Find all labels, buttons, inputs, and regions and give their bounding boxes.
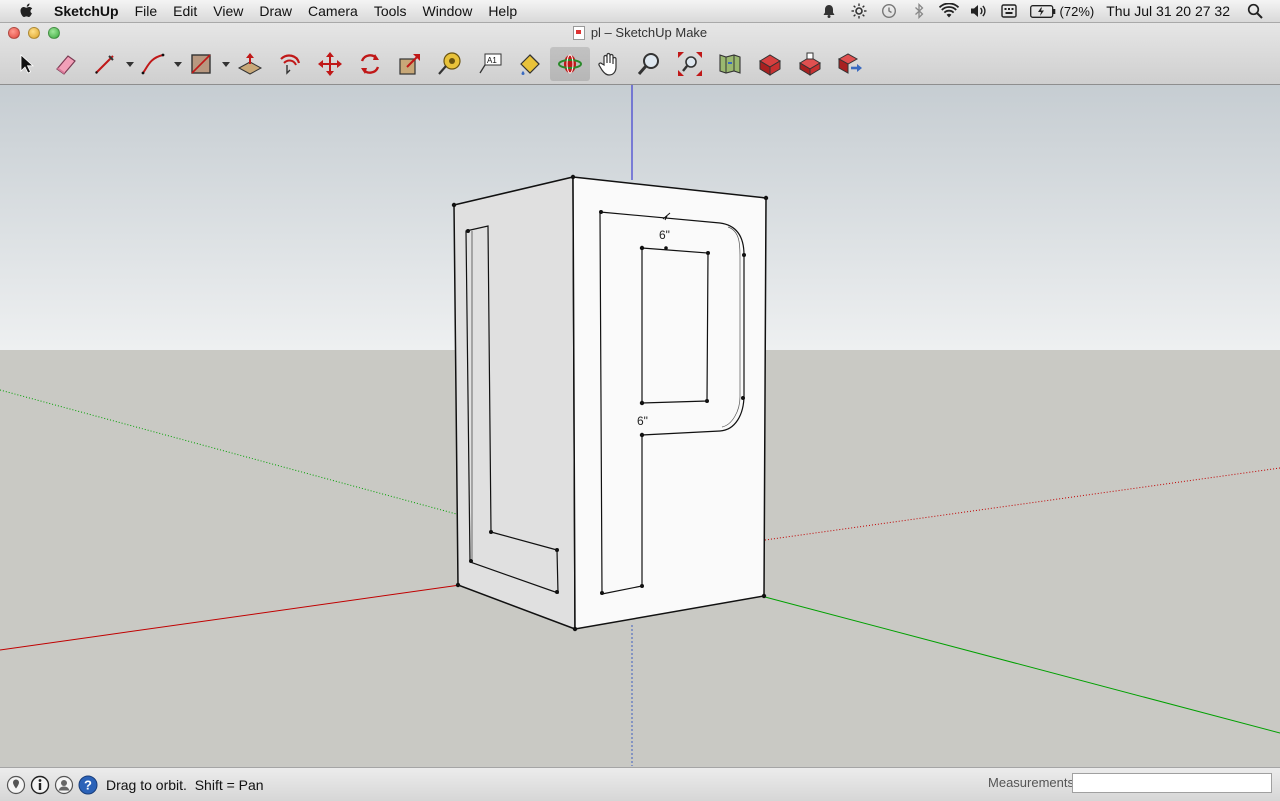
eraser-tool-button[interactable]	[46, 47, 86, 81]
3d-warehouse-button[interactable]	[750, 47, 790, 81]
model-viewport[interactable]: 6" 6"	[0, 85, 1280, 766]
zoom-extents-tool-button[interactable]	[670, 47, 710, 81]
volume-icon[interactable]	[964, 0, 994, 22]
window-title: pl – SketchUp Make	[0, 25, 1280, 40]
menu-camera[interactable]: Camera	[300, 0, 366, 22]
getting-started-toolbar: A1	[6, 47, 870, 81]
scale-icon	[399, 54, 420, 75]
svg-text:?: ?	[84, 777, 92, 792]
pencil-icon	[95, 55, 114, 74]
arc-dropdown-icon[interactable]	[174, 62, 182, 67]
eraser-icon	[56, 55, 76, 75]
bluetooth-icon[interactable]	[904, 0, 934, 22]
window-title-text: pl – SketchUp Make	[590, 25, 708, 40]
user-account-icon[interactable]	[54, 775, 74, 795]
rectangle-tool-button[interactable]	[182, 47, 230, 81]
wifi-icon[interactable]	[934, 0, 964, 22]
rectangle-dropdown-icon[interactable]	[222, 62, 230, 67]
paint-bucket-icon	[520, 54, 540, 75]
menu-tools[interactable]: Tools	[366, 0, 415, 22]
brightness-icon[interactable]	[844, 0, 874, 22]
menu-file[interactable]: File	[127, 0, 166, 22]
measurements-input[interactable]	[1072, 773, 1272, 793]
paint-bucket-tool-button[interactable]	[510, 47, 550, 81]
battery-status[interactable]: (72%)	[1024, 4, 1101, 19]
move-tool-button[interactable]	[310, 47, 350, 81]
pencil-tool-button[interactable]	[86, 47, 134, 81]
menu-edit[interactable]: Edit	[165, 0, 205, 22]
3d-warehouse-icon	[759, 54, 781, 76]
menu-help[interactable]: Help	[480, 0, 525, 22]
pan-hand-icon	[598, 52, 617, 76]
status-message: Drag to orbit. Shift = Pan	[106, 776, 264, 793]
share-model-button[interactable]	[830, 47, 870, 81]
rectangle-icon	[191, 54, 211, 74]
share-model-icon	[837, 53, 862, 74]
scale-tool-button[interactable]	[390, 47, 430, 81]
select-tool-button[interactable]	[6, 47, 46, 81]
rotate-tool-button[interactable]	[350, 47, 390, 81]
spotlight-search-icon[interactable]	[1240, 0, 1270, 22]
instructor-help-icon[interactable]: ?	[78, 775, 98, 795]
pan-tool-button[interactable]	[590, 47, 630, 81]
rotate-icon	[360, 54, 380, 74]
tape-measure-tool-button[interactable]	[430, 47, 470, 81]
battery-percent: (72%)	[1059, 3, 1095, 19]
map-view-icon	[719, 54, 741, 74]
offset-tool-button[interactable]	[270, 47, 310, 81]
menu-draw[interactable]: Draw	[251, 0, 300, 22]
pencil-dropdown-icon[interactable]	[126, 62, 134, 67]
status-menus: (72%) Thu Jul 31 20 27 32	[814, 0, 1270, 22]
arc-tool-button[interactable]	[134, 47, 182, 81]
input-menu-icon[interactable]	[994, 0, 1024, 22]
document-icon	[572, 25, 585, 40]
push-pull-tool-button[interactable]	[230, 47, 270, 81]
select-arrow-icon	[20, 54, 35, 74]
credits-info-icon[interactable]	[30, 775, 50, 795]
dimension-label-top[interactable]: 6"	[659, 228, 670, 242]
tape-measure-icon	[438, 52, 461, 75]
measurements-label: Measurements	[988, 775, 1074, 790]
time-machine-icon[interactable]	[874, 0, 904, 22]
extension-warehouse-icon	[799, 52, 821, 76]
previous-view-tool-button[interactable]	[710, 47, 750, 81]
apple-menu-icon[interactable]	[20, 3, 34, 19]
dimension-label-middle[interactable]: 6"	[637, 414, 648, 428]
menu-window[interactable]: Window	[415, 0, 481, 22]
window-titlebar: pl – SketchUp Make A1	[0, 23, 1280, 85]
battery-icon	[1029, 4, 1055, 18]
menu-view[interactable]: View	[205, 0, 251, 22]
text-tool-button[interactable]: A1	[470, 47, 510, 81]
menu-clock[interactable]: Thu Jul 31 20 27 32	[1100, 3, 1240, 19]
push-pull-icon	[237, 53, 263, 75]
menu-bar: SketchUp File Edit View Draw Camera Tool…	[0, 0, 1280, 23]
zoom-tool-button[interactable]	[630, 47, 670, 81]
status-bar: ? Drag to orbit. Shift = Pan Measurement…	[0, 767, 1280, 801]
extension-warehouse-button[interactable]	[790, 47, 830, 81]
geolocation-icon[interactable]	[6, 775, 26, 795]
move-icon	[318, 52, 342, 76]
letter-p-counter[interactable]	[641, 247, 709, 404]
orbit-icon	[558, 54, 582, 74]
orbit-tool-button[interactable]	[550, 47, 590, 81]
text-label-icon: A1	[479, 53, 502, 74]
arc-icon	[141, 53, 165, 75]
menu-app-name[interactable]: SketchUp	[46, 0, 127, 22]
zoom-extents-icon	[678, 52, 702, 76]
zoom-magnifier-icon	[637, 53, 659, 75]
offset-icon	[280, 54, 301, 75]
svg-text:A1: A1	[487, 56, 497, 65]
notification-bell-icon[interactable]	[814, 0, 844, 22]
